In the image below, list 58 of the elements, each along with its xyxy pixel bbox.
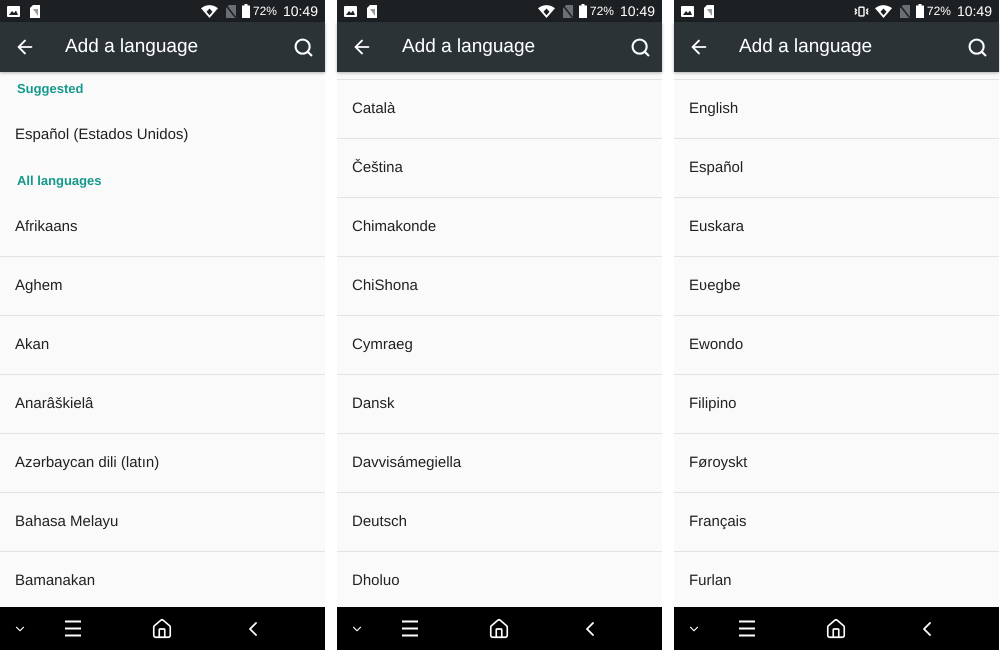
sd-card-icon bbox=[367, 4, 377, 18]
language-item[interactable]: English bbox=[674, 80, 999, 139]
language-item[interactable]: Azərbaycan dili (latın) bbox=[0, 434, 325, 493]
section-header: Suggested bbox=[17, 80, 84, 98]
home-icon[interactable] bbox=[151, 618, 173, 640]
battery-percent: 72% bbox=[926, 5, 951, 17]
screen-title: Add a language bbox=[65, 34, 198, 59]
language-item[interactable]: Afrikaans bbox=[0, 198, 325, 257]
search-icon[interactable] bbox=[967, 36, 988, 58]
search-icon[interactable] bbox=[630, 36, 651, 58]
battery-icon bbox=[242, 4, 250, 18]
language-item[interactable]: Aghem bbox=[0, 257, 325, 316]
language-item[interactable]: Français bbox=[674, 493, 999, 552]
language-item[interactable]: Cymraeg bbox=[337, 316, 662, 375]
language-item[interactable]: Anarâškielâ bbox=[0, 375, 325, 434]
screen-title: Add a language bbox=[739, 34, 872, 59]
battery-percent: 72% bbox=[590, 5, 614, 17]
wifi-icon bbox=[874, 4, 892, 18]
sd-card-icon bbox=[704, 4, 714, 18]
battery-icon bbox=[916, 4, 924, 18]
menu-icon[interactable] bbox=[738, 620, 756, 637]
image-icon bbox=[681, 6, 694, 16]
search-icon[interactable] bbox=[293, 36, 314, 58]
wifi-icon bbox=[200, 4, 218, 18]
language-item[interactable]: Deutsch bbox=[337, 493, 662, 552]
wifi-icon bbox=[538, 4, 555, 18]
sd-card-icon bbox=[30, 4, 40, 18]
language-item[interactable]: Føroyskt bbox=[674, 434, 999, 493]
language-item[interactable]: Chimakonde bbox=[337, 198, 662, 257]
clock-time: 10:49 bbox=[282, 4, 318, 18]
no-sim-icon bbox=[562, 4, 573, 18]
language-item[interactable]: Čeština bbox=[337, 139, 662, 198]
home-icon[interactable] bbox=[825, 618, 847, 640]
no-sim-icon bbox=[226, 4, 236, 18]
image-icon bbox=[7, 6, 20, 16]
image-icon bbox=[344, 6, 357, 16]
language-item[interactable]: Euskara bbox=[674, 198, 999, 257]
language-item[interactable]: Davvisámegiella bbox=[337, 434, 662, 493]
section-header: All languages bbox=[17, 172, 102, 190]
language-item[interactable]: Dansk bbox=[337, 375, 662, 434]
clock-time: 10:49 bbox=[620, 4, 655, 18]
language-item[interactable]: Català bbox=[337, 80, 662, 139]
menu-icon[interactable] bbox=[64, 620, 82, 637]
language-item[interactable]: Español bbox=[674, 139, 999, 198]
language-item[interactable]: Filipino bbox=[674, 375, 999, 434]
battery-icon bbox=[578, 4, 587, 18]
language-item[interactable]: Eʋegbe bbox=[674, 257, 999, 316]
home-icon[interactable] bbox=[488, 618, 510, 640]
language-item[interactable]: ChiShona bbox=[337, 257, 662, 316]
no-sim-icon bbox=[900, 4, 910, 18]
screen-title: Add a language bbox=[402, 34, 536, 59]
language-item[interactable]: Español (Estados Unidos) bbox=[0, 106, 325, 164]
battery-percent: 72% bbox=[252, 5, 277, 17]
language-item[interactable]: Bahasa Melayu bbox=[0, 493, 325, 552]
menu-icon[interactable] bbox=[401, 620, 419, 637]
clock-time: 10:49 bbox=[956, 4, 992, 18]
language-item[interactable]: Akan bbox=[0, 316, 325, 375]
language-item[interactable]: Ewondo bbox=[674, 316, 999, 375]
